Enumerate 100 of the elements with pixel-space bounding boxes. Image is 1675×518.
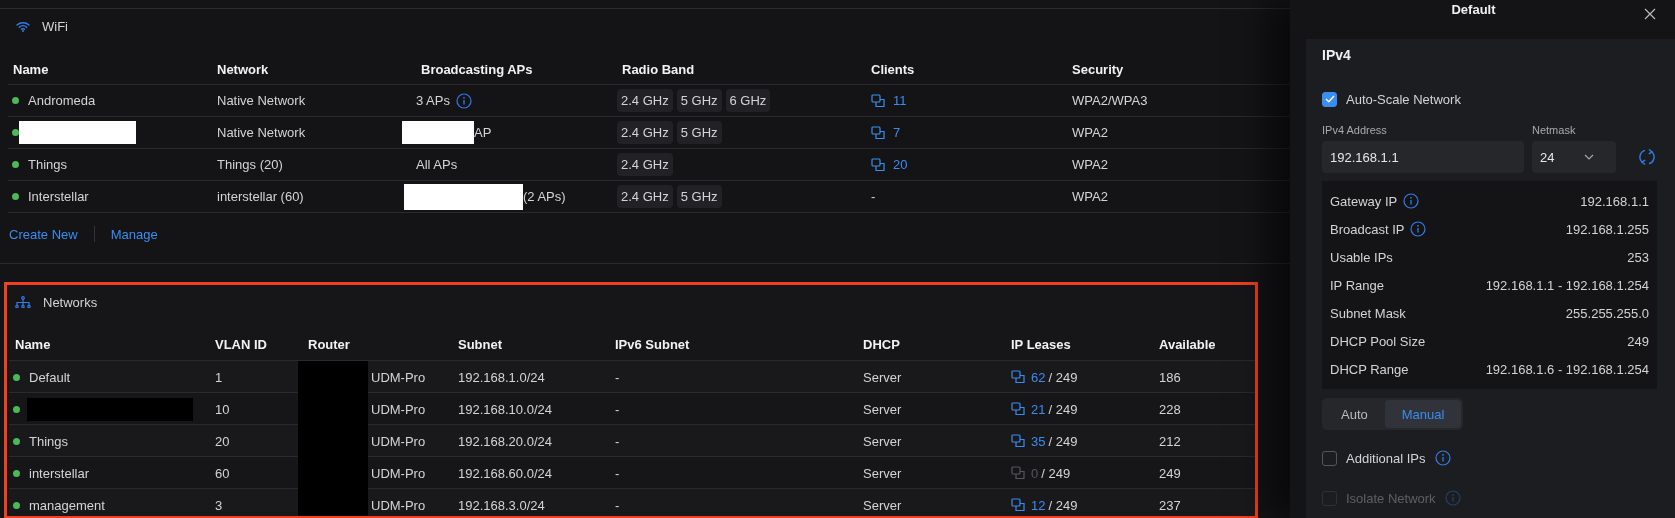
network-tree-icon — [15, 296, 31, 308]
table-cell: Native Network — [217, 93, 306, 108]
table-cell: Native Network — [217, 125, 306, 140]
table-cell: 249 — [1159, 465, 1181, 481]
table-cell: WPA2 — [1072, 125, 1108, 140]
close-icon[interactable] — [1644, 8, 1656, 20]
table-cell: 237 — [1159, 497, 1181, 513]
status-dot — [13, 373, 20, 381]
column-header: Clients — [870, 61, 916, 77]
column-header: Broadcasting APs — [420, 61, 534, 77]
table-cell: Server — [863, 369, 902, 385]
info-value: 192.168.1.1 - 192.168.1.254 — [1485, 277, 1649, 293]
column-header: Radio Band — [621, 61, 696, 77]
table-cell: WPA2/WPA3 — [1072, 93, 1148, 108]
action-link[interactable]: Create New — [9, 226, 78, 242]
table-cell: 1 — [215, 369, 223, 385]
table-cell: AP — [474, 125, 492, 140]
table-cell: Server — [863, 401, 902, 417]
section-title: WiFi — [42, 18, 68, 34]
band-tag: 5 GHz — [676, 185, 722, 208]
table-cell: 192.168.1.0/24 — [458, 369, 545, 385]
table-cell: Default — [29, 369, 71, 385]
clients-link[interactable]: 20 — [871, 157, 908, 172]
status-dot — [13, 437, 20, 445]
info-value: 249 — [1627, 333, 1649, 349]
table-cell: interstellar — [29, 465, 89, 481]
devices-icon — [1011, 466, 1025, 480]
table-cell: - — [615, 497, 620, 513]
info-label: Usable IPs — [1330, 249, 1393, 265]
column-header: Name — [14, 337, 52, 352]
action-link[interactable]: Manage — [110, 226, 158, 242]
status-dot — [12, 97, 19, 104]
table-cell: Interstellar — [28, 189, 89, 204]
table-cell: (2 APs) — [523, 189, 566, 204]
info-value: 192.168.1.255 — [1565, 221, 1649, 237]
leases-link[interactable]: 21 — [1011, 401, 1046, 417]
refresh-icon[interactable] — [1638, 148, 1656, 166]
info-value: 253 — [1627, 249, 1649, 265]
table-cell: 20 — [215, 433, 230, 449]
leases-link[interactable]: 62 — [1011, 369, 1046, 385]
table-cell: Server — [863, 497, 902, 513]
table-cell: Things — [29, 433, 69, 449]
netmask-dropdown[interactable]: 24 — [1532, 141, 1616, 173]
column-header: Subnet — [457, 337, 504, 352]
table-cell: management — [29, 497, 105, 513]
info-label: Broadcast IP — [1330, 221, 1405, 237]
status-dot — [13, 501, 20, 509]
table-cell: interstellar (60) — [217, 189, 304, 204]
info-icon[interactable] — [1434, 450, 1451, 466]
devices-icon — [871, 157, 885, 172]
checkbox-label: Auto-Scale Network — [1346, 91, 1461, 107]
status-dot — [12, 161, 19, 168]
table-cell: 192.168.3.0/24 — [458, 497, 545, 513]
status-dot — [13, 405, 20, 413]
table-cell: - — [615, 401, 620, 417]
table-cell: / 249 — [1048, 401, 1078, 417]
status-dot — [12, 129, 19, 136]
info-value: 255.255.255.0 — [1565, 305, 1649, 321]
section-title: Networks — [43, 294, 98, 310]
column-header: Security — [1071, 61, 1125, 77]
status-dot — [12, 193, 19, 200]
table-cell: 186 — [1159, 369, 1181, 385]
table-cell: Things (20) — [217, 157, 283, 172]
mode-option[interactable]: Auto — [1324, 400, 1385, 428]
devices-icon — [1011, 434, 1025, 448]
clients-link[interactable]: 11 — [871, 93, 907, 108]
table-cell: UDM-Pro — [371, 433, 426, 449]
leases-link[interactable]: 12 — [1011, 497, 1046, 513]
info-icon[interactable] — [1410, 221, 1427, 237]
table-cell: 3 — [215, 497, 223, 513]
status-dot — [13, 469, 20, 477]
panel-title: Default — [1451, 2, 1496, 17]
column-header: IP Leases — [1010, 337, 1072, 352]
leases-link[interactable]: 35 — [1011, 433, 1046, 449]
table-cell: 192.168.20.0/24 — [458, 433, 552, 449]
checkbox-label: Isolate Network — [1346, 490, 1436, 506]
info-label: Gateway IP — [1330, 193, 1398, 209]
devices-icon — [871, 93, 885, 108]
band-tag: 5 GHz — [676, 121, 722, 144]
devices-icon — [1011, 402, 1025, 416]
clients-link[interactable]: 7 — [871, 125, 901, 140]
info-label: DHCP Range — [1330, 361, 1409, 377]
checkbox[interactable] — [1322, 450, 1337, 466]
table-cell: UDM-Pro — [371, 465, 426, 481]
band-tag: 2.4 GHz — [617, 185, 673, 208]
table-cell: Server — [863, 433, 902, 449]
checkbox[interactable] — [1322, 91, 1337, 107]
table-cell: 192.168.60.0/24 — [458, 465, 552, 481]
devices-icon — [1011, 498, 1025, 512]
checkbox-label: Additional IPs — [1346, 450, 1426, 466]
table-cell: 192.168.10.0/24 — [458, 401, 552, 417]
table-cell: / 249 — [1048, 369, 1078, 385]
mode-option[interactable]: Manual — [1384, 400, 1462, 428]
ipv4-address-field[interactable]: 192.168.1.1 — [1322, 141, 1524, 173]
table-cell: - — [615, 433, 620, 449]
info-icon[interactable] — [1403, 193, 1420, 209]
info-icon[interactable] — [455, 92, 472, 109]
field-label: Netmask — [1532, 124, 1577, 136]
table-cell: Things — [28, 157, 68, 172]
redaction-block — [298, 361, 368, 393]
